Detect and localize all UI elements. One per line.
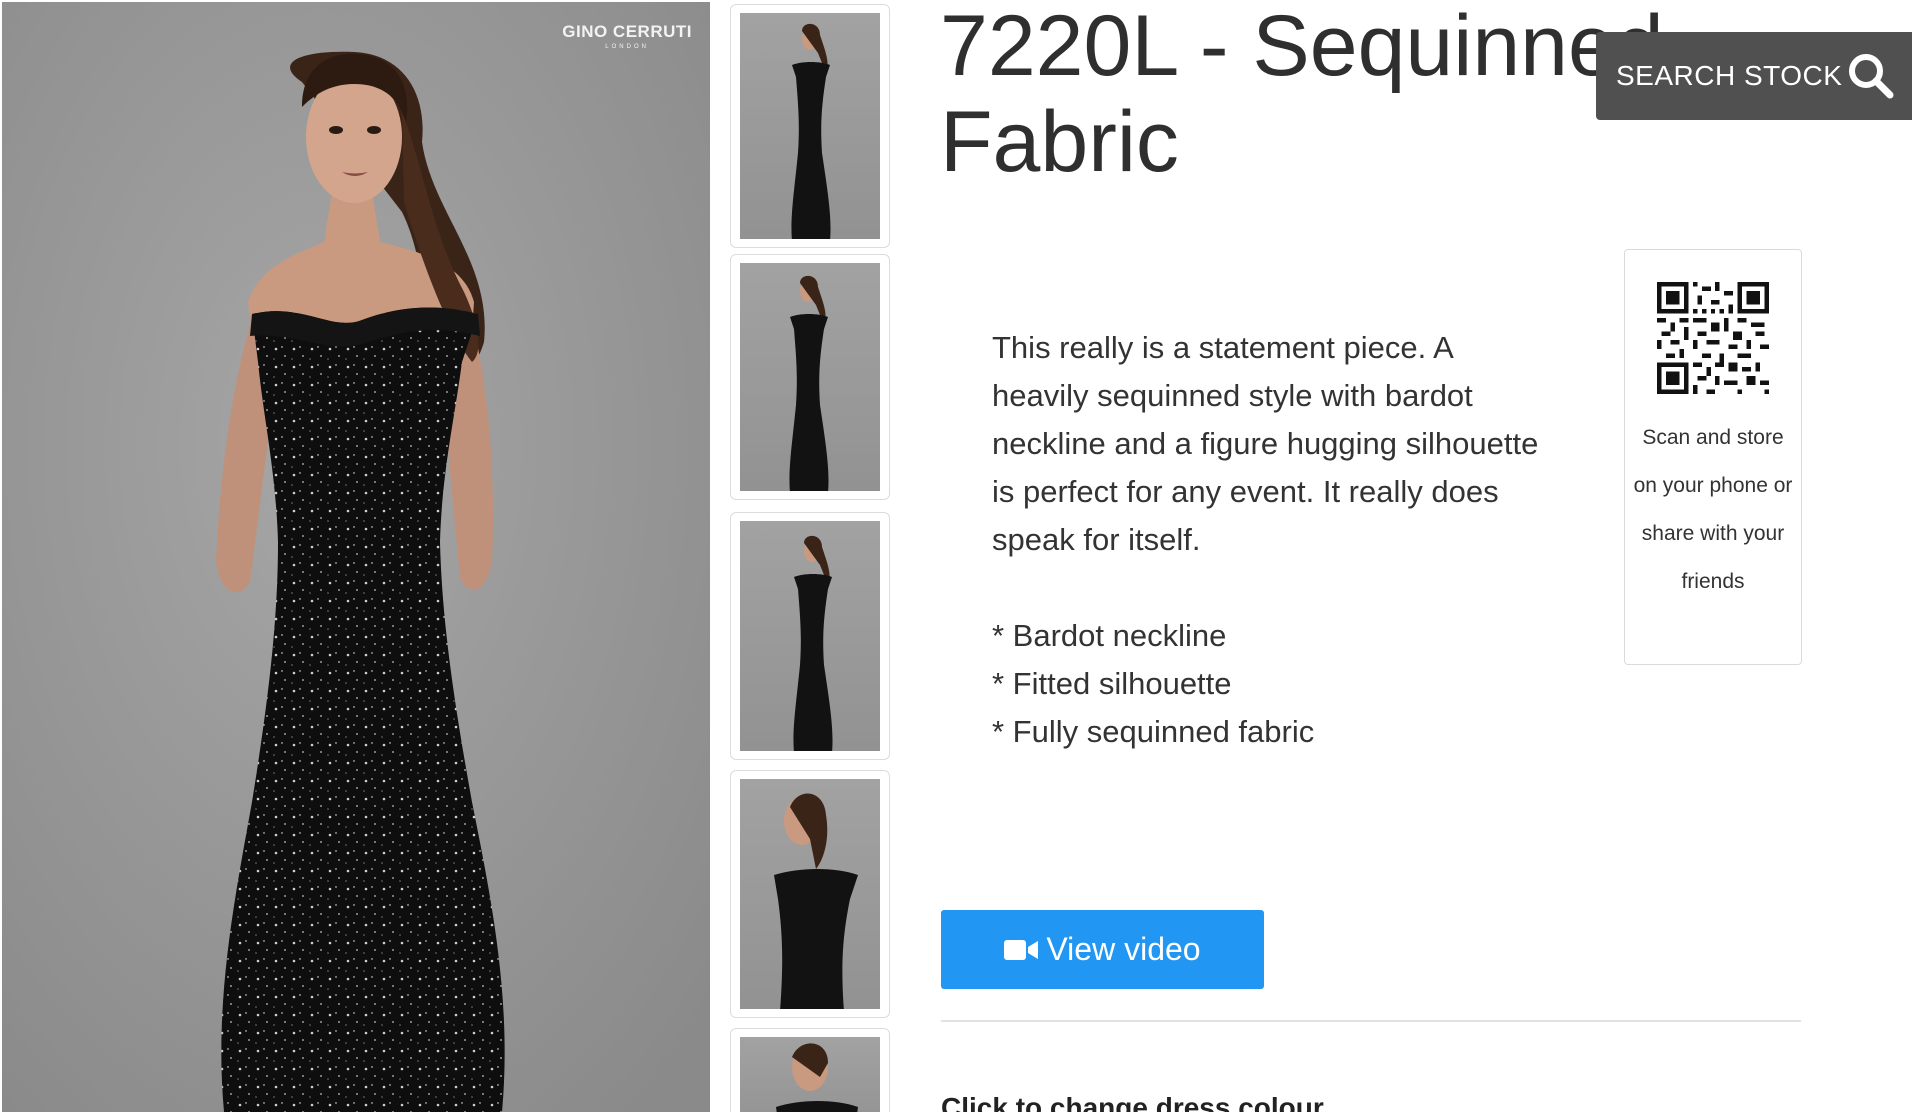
thumbnail-model-illustration — [776, 1043, 858, 1112]
thumbnail-2[interactable] — [730, 254, 890, 500]
thumbnail-4[interactable] — [730, 770, 890, 1018]
view-video-label: View video — [1046, 931, 1201, 967]
thumbnail-image — [740, 13, 880, 239]
search-stock-label: SEARCH STOCK — [1616, 60, 1843, 91]
product-page: GINO CERRUTI LONDON 7220L - Sequinned Fa… — [0, 0, 1912, 1112]
model-in-dress-illustration — [2, 2, 710, 1112]
thumbnail-image — [740, 263, 880, 491]
thumbnail-model-illustration — [791, 23, 831, 239]
feature-item: * Bardot neckline — [992, 618, 1227, 653]
thumbnail-model-illustration — [774, 793, 858, 1009]
thumbnail-image — [740, 521, 880, 751]
product-description: This really is a statement piece. A heav… — [992, 324, 1552, 756]
main-product-image[interactable]: GINO CERRUTI LONDON — [2, 2, 710, 1112]
feature-item: * Fully sequinned fabric — [992, 714, 1315, 749]
section-divider — [941, 1020, 1801, 1022]
qr-code-icon[interactable] — [1657, 282, 1769, 394]
view-video-button[interactable]: View video — [941, 910, 1264, 989]
brand-subtitle: LONDON — [605, 44, 649, 50]
search-icon — [1849, 54, 1894, 99]
video-camera-icon — [1004, 939, 1039, 960]
description-paragraph: This really is a statement piece. A heav… — [992, 330, 1539, 557]
thumbnail-model-illustration — [793, 535, 833, 751]
thumbnail-model-illustration — [789, 275, 829, 491]
brand-watermark: GINO CERRUTI LONDON — [562, 22, 692, 50]
thumbnail-image — [740, 779, 880, 1009]
search-stock-button[interactable]: SEARCH STOCK — [1596, 32, 1912, 120]
feature-list: * Bardot neckline * Fitted silhouette * … — [992, 612, 1552, 756]
thumbnail-5[interactable] — [730, 1028, 890, 1112]
thumbnail-3[interactable] — [730, 512, 890, 760]
qr-card-text: Scan and store on your phone or share wi… — [1633, 426, 1793, 593]
brand-name: GINO CERRUTI — [562, 22, 692, 41]
thumbnail-1[interactable] — [730, 4, 890, 248]
feature-item: * Fitted silhouette — [992, 666, 1232, 701]
change-colour-heading: Click to change dress colour — [941, 1092, 1324, 1112]
thumbnail-image — [740, 1037, 880, 1112]
qr-card: Scan and store on your phone or share wi… — [1624, 249, 1802, 665]
